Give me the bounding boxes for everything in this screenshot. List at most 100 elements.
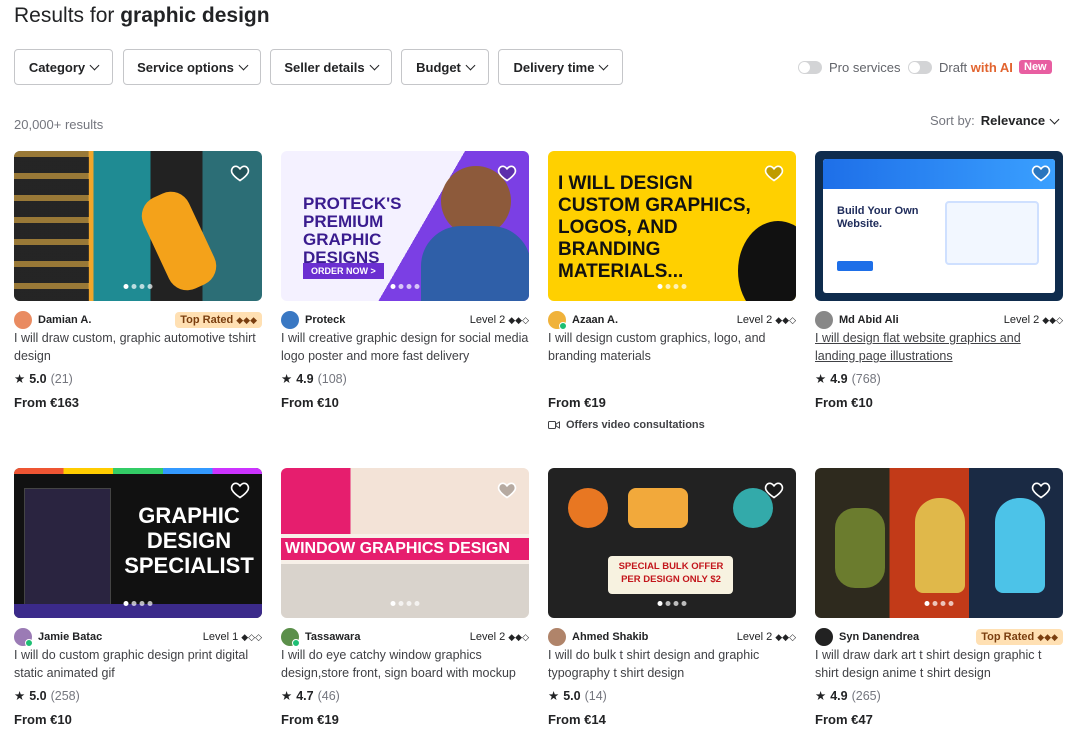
level-label: Top Rated — [981, 631, 1035, 643]
gig-thumbnail[interactable]: WINDOW GRAPHICS DESIGN — [281, 468, 529, 618]
thumb-headline: SPECIAL BULK OFFER PER DESIGN ONLY $2 — [618, 561, 724, 585]
gig-price: From €10 — [281, 395, 339, 410]
heart-icon[interactable] — [764, 163, 784, 183]
sort-value: Relevance — [980, 113, 1046, 128]
new-badge: New — [1019, 60, 1052, 74]
gig-thumbnail[interactable]: Build Your Own Website. — [815, 151, 1063, 301]
gig-title[interactable]: I will creative graphic design for socia… — [281, 329, 529, 365]
filter-service-options[interactable]: Service options — [123, 49, 261, 85]
gig-thumbnail[interactable] — [14, 151, 262, 301]
seller-row: Jamie Batac Level 1 ◆◇◇ — [14, 628, 262, 647]
gig-card[interactable]: I WILL DESIGN CUSTOM GRAPHICS, LOGOS, AN… — [548, 151, 796, 431]
filter-category[interactable]: Category — [14, 49, 113, 85]
page-title: Results for graphic design — [14, 4, 270, 28]
heart-icon[interactable] — [1031, 480, 1051, 500]
thumb-headline: GRAPHIC DESIGN SPECIALIST — [124, 503, 254, 578]
level-label: Level 2 — [469, 631, 506, 643]
gig-card[interactable]: SPECIAL BULK OFFER PER DESIGN ONLY $2 Ah… — [548, 468, 796, 727]
heart-icon[interactable] — [497, 163, 517, 183]
heart-icon[interactable] — [1031, 163, 1051, 183]
carousel-dots[interactable] — [123, 601, 153, 606]
level-label: Top Rated — [180, 314, 234, 326]
gig-title[interactable]: I will do custom graphic design print di… — [14, 646, 262, 682]
pro-services-toggle[interactable] — [798, 61, 822, 74]
video-consultation: Offers video consultations — [548, 419, 705, 431]
carousel-dots[interactable] — [657, 601, 687, 606]
rating-value: 4.9 — [830, 688, 848, 703]
gig-title[interactable]: I will design custom graphics, logo, and… — [548, 329, 796, 365]
rating-value: 4.9 — [830, 371, 848, 386]
gig-thumbnail[interactable]: I WILL DESIGN CUSTOM GRAPHICS, LOGOS, AN… — [548, 151, 796, 301]
avatar[interactable] — [815, 628, 833, 646]
title-prefix: Results for — [14, 4, 121, 27]
thumb-headline: I WILL DESIGN CUSTOM GRAPHICS, LOGOS, AN… — [558, 173, 751, 282]
gig-card[interactable]: Syn Danendrea Top Rated ◆◆◆ I will draw … — [815, 468, 1063, 727]
gig-price: From €19 — [548, 395, 606, 410]
seller-name[interactable]: Jamie Batac — [38, 631, 102, 643]
level-marks: ◆◆◆ — [236, 314, 257, 325]
sort-dropdown[interactable]: Sort by: Relevance — [930, 113, 1060, 128]
gig-card[interactable]: Build Your Own Website. Md Abid Ali Leve… — [815, 151, 1063, 410]
gig-title[interactable]: I will do eye catchy window graphics des… — [281, 646, 529, 682]
seller-name[interactable]: Syn Danendrea — [839, 631, 919, 643]
video-icon — [548, 421, 560, 429]
heart-icon[interactable] — [764, 480, 784, 500]
gig-thumbnail[interactable]: SPECIAL BULK OFFER PER DESIGN ONLY $2 — [548, 468, 796, 618]
seller-row: Ahmed Shakib Level 2 ◆◆◇ — [548, 628, 796, 646]
filter-seller-details[interactable]: Seller details — [270, 49, 392, 85]
heart-icon[interactable] — [230, 480, 250, 500]
gig-title[interactable]: I will design flat website graphics and … — [815, 329, 1063, 365]
seller-name[interactable]: Azaan A. — [572, 314, 618, 326]
gig-price: From €10 — [14, 712, 72, 727]
thumb-headline: PROTECK'S PREMIUM GRAPHIC DESIGNS — [303, 194, 402, 267]
gig-title[interactable]: I will draw custom, graphic automotive t… — [14, 329, 262, 365]
seller-name[interactable]: Proteck — [305, 314, 345, 326]
carousel-dots[interactable] — [924, 601, 954, 606]
gig-card[interactable]: Damian A. Top Rated ◆◆◆ I will draw cust… — [14, 151, 262, 410]
avatar[interactable] — [815, 311, 833, 329]
gig-title[interactable]: I will do bulk t shirt design and graphi… — [548, 646, 796, 682]
seller-name[interactable]: Damian A. — [38, 314, 91, 326]
avatar[interactable] — [548, 628, 566, 646]
seller-row: Tassawara Level 2 ◆◆◇ — [281, 628, 529, 647]
draft-with-ai-toggle[interactable] — [908, 61, 932, 74]
rating-value: 5.0 — [29, 371, 47, 386]
gig-thumbnail[interactable] — [815, 468, 1063, 618]
gig-thumbnail[interactable]: PROTECK'S PREMIUM GRAPHIC DESIGNS ORDER … — [281, 151, 529, 301]
rating: ★ 5.0 (21) — [14, 371, 73, 387]
avatar[interactable] — [281, 628, 300, 647]
seller-level-badge: Level 2 ◆◆◇ — [470, 631, 529, 643]
results-count: 20,000+ results — [14, 117, 104, 132]
seller-row: Md Abid Ali Level 2 ◆◆◇ — [815, 311, 1063, 329]
gig-card[interactable]: WINDOW GRAPHICS DESIGN Tassawara Level 2… — [281, 468, 529, 727]
level-label: Level 2 — [1003, 314, 1040, 326]
avatar[interactable] — [14, 628, 33, 647]
filter-delivery-time[interactable]: Delivery time — [498, 49, 623, 85]
gig-title[interactable]: I will draw dark art t shirt design grap… — [815, 646, 1063, 682]
carousel-dots[interactable] — [390, 601, 420, 606]
avatar[interactable] — [281, 311, 299, 329]
seller-name[interactable]: Ahmed Shakib — [572, 631, 648, 643]
filter-budget[interactable]: Budget — [401, 49, 489, 85]
gig-card[interactable]: PROTECK'S PREMIUM GRAPHIC DESIGNS ORDER … — [281, 151, 529, 410]
seller-name[interactable]: Tassawara — [305, 631, 360, 643]
heart-icon[interactable] — [497, 480, 517, 500]
carousel-dots[interactable] — [123, 284, 153, 289]
carousel-dots[interactable] — [657, 284, 687, 289]
review-count: (768) — [851, 371, 881, 386]
gig-thumbnail[interactable]: GRAPHIC DESIGN SPECIALIST — [14, 468, 262, 618]
review-count: (258) — [50, 688, 80, 703]
carousel-dots[interactable] — [390, 284, 420, 289]
review-count: (21) — [50, 371, 73, 386]
gig-card[interactable]: GRAPHIC DESIGN SPECIALIST Jamie Batac Le… — [14, 468, 262, 727]
level-marks: ◆◆◇ — [508, 314, 529, 325]
level-label: Level 2 — [736, 631, 773, 643]
seller-name[interactable]: Md Abid Ali — [839, 314, 899, 326]
avatar[interactable] — [14, 311, 32, 329]
avatar[interactable] — [548, 311, 567, 330]
heart-icon[interactable] — [230, 163, 250, 183]
chevron-down-icon — [599, 60, 609, 71]
carousel-dots[interactable] — [924, 284, 954, 289]
video-label: Offers video consultations — [566, 419, 705, 431]
level-label: Level 1 — [202, 631, 239, 643]
